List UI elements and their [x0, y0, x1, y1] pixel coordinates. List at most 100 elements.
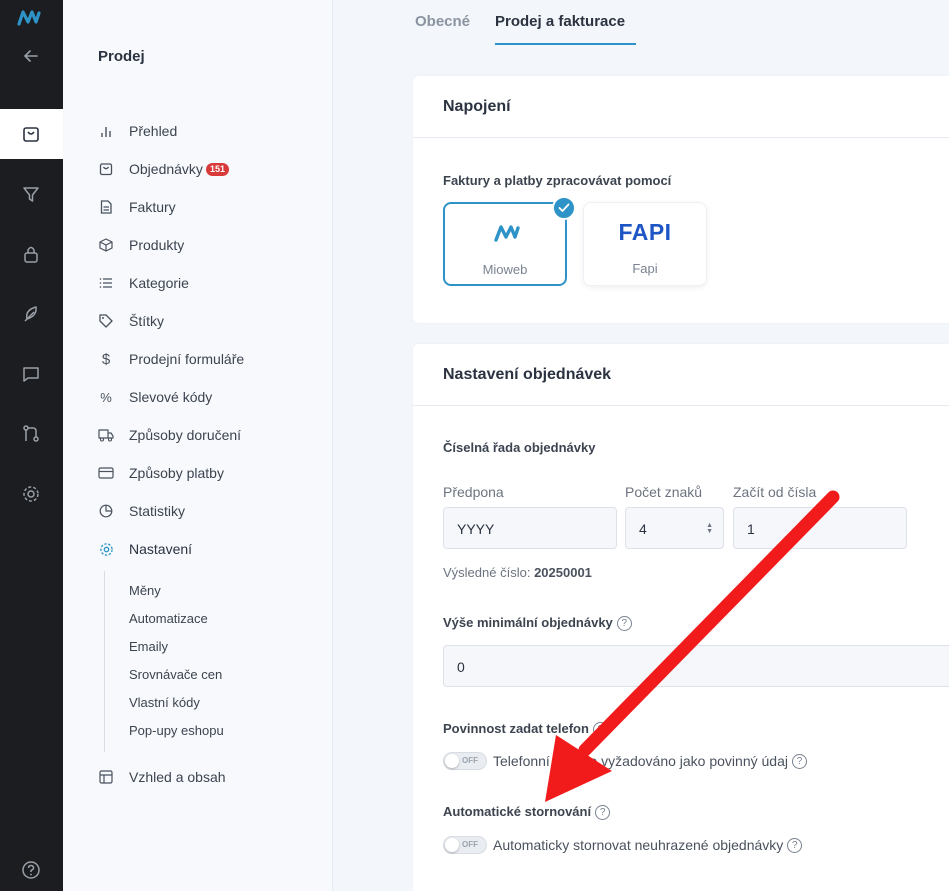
percent-icon: %	[100, 389, 112, 405]
digits-value: 4	[639, 521, 647, 537]
feather-icon[interactable]	[21, 304, 41, 329]
sidebar-item-sales-forms[interactable]: $ Prodejní formuláře	[98, 348, 244, 370]
sidebar-item-payments[interactable]: Způsoby platby	[98, 462, 224, 484]
back-arrow-icon[interactable]	[21, 47, 41, 70]
icon-rail	[0, 0, 63, 891]
min-order-input[interactable]: 0	[443, 645, 949, 687]
git-branch-icon[interactable]	[21, 424, 41, 449]
sidebar-item-label: Produkty	[129, 237, 185, 253]
sidebar-subitem-emails[interactable]: Emaily	[129, 639, 168, 654]
connection-card: Napojení Faktury a platby zpracovávat po…	[413, 76, 949, 323]
auto-cancel-toggle[interactable]: OFF	[443, 836, 487, 854]
sidebar-item-label: Kategorie	[129, 275, 189, 291]
sidebar-subitem-custom-codes[interactable]: Vlastní kódy	[129, 695, 200, 710]
tag-icon	[98, 313, 114, 329]
min-order-label-text: Výše minimální objednávky	[443, 615, 613, 630]
provider-mioweb[interactable]: Mioweb	[443, 196, 576, 286]
sidebar-subitem-popups[interactable]: Pop-upy eshopu	[129, 723, 224, 738]
prefix-input[interactable]: YYYY	[443, 507, 617, 549]
result-label: Výsledné číslo:	[443, 565, 531, 580]
sidebar-item-label: Štítky	[129, 313, 165, 329]
auto-cancel-label: Automatické stornování?	[443, 804, 611, 821]
help-icon[interactable]: ?	[791, 753, 807, 769]
connection-title: Napojení	[413, 76, 949, 138]
result-value: 20250001	[534, 565, 592, 580]
mioweb-logo-icon	[494, 224, 520, 247]
phone-required-text: Telefonní číslo je vyžadováno jako povin…	[493, 753, 788, 769]
sidebar-item-products[interactable]: Produkty	[98, 234, 184, 256]
list-icon	[98, 275, 114, 291]
sidebar-item-label: Faktury	[129, 199, 176, 215]
tab-sales-invoicing[interactable]: Prodej a fakturace	[495, 13, 625, 30]
sidebar-item-label: Přehled	[129, 123, 178, 139]
pie-chart-icon	[98, 503, 114, 519]
sidebar-item-invoices[interactable]: Faktury	[98, 196, 176, 218]
sidebar-item-label: Vzhled a obsah	[129, 769, 226, 785]
start-number-input[interactable]: 1	[733, 507, 907, 549]
sidebar-item-overview[interactable]: Přehled	[98, 120, 177, 142]
settings-subtree-line	[104, 571, 105, 752]
toggle-knob	[445, 838, 459, 852]
phone-required-label-text: Povinnost zadat telefon	[443, 721, 589, 736]
sidebar-item-shipping[interactable]: Způsoby doručení	[98, 424, 241, 446]
bag-icon	[98, 161, 114, 177]
provider-name: Mioweb	[482, 262, 528, 277]
sidebar-item-label: Způsoby doručení	[129, 427, 242, 443]
sidebar-item-categories[interactable]: Kategorie	[98, 272, 189, 294]
sidebar-item-orders[interactable]: Objednávky 151	[98, 158, 229, 180]
chat-icon[interactable]	[21, 364, 41, 389]
sidebar-item-label: Statistiky	[129, 503, 186, 519]
order-settings-title: Nastavení objednávek	[413, 344, 949, 406]
orders-count-badge: 151	[205, 162, 229, 176]
layout-icon	[98, 769, 114, 785]
rail-item-sales[interactable]	[0, 109, 63, 159]
phone-required-label: Povinnost zadat telefon?	[443, 721, 608, 738]
sidebar-subitem-currencies[interactable]: Měny	[129, 583, 161, 598]
sidebar-item-label: Způsoby platby	[129, 465, 224, 481]
sidebar-item-statistics[interactable]: Statistiky	[98, 500, 185, 522]
help-icon[interactable]	[21, 860, 41, 885]
digits-select[interactable]: 4 ▲ ▼	[625, 507, 724, 549]
help-icon[interactable]: ?	[592, 722, 608, 738]
sidebar-subitem-price-comparators[interactable]: Srovnávače cen	[129, 667, 222, 682]
digits-label: Počet znaků	[625, 484, 703, 500]
help-icon[interactable]: ?	[787, 837, 803, 853]
truck-icon	[98, 427, 114, 443]
min-order-label: Výše minimální objednávky?	[443, 615, 632, 632]
lock-icon[interactable]	[21, 244, 41, 269]
phone-required-toggle[interactable]: OFF	[443, 752, 487, 770]
sidebar-item-label: Nastavení	[129, 541, 193, 557]
provider-fapi[interactable]: FAPI Fapi	[583, 202, 707, 286]
prefix-label: Předpona	[443, 484, 504, 500]
main-content: Obecné Prodej a fakturace Napojení Faktu…	[333, 0, 949, 891]
order-series-label: Číselná řada objednávky	[443, 440, 596, 455]
gear-icon[interactable]	[21, 484, 41, 509]
phone-required-row: OFF Telefonní číslo je vyžadováno jako p…	[443, 752, 807, 770]
provider-name: Fapi	[632, 261, 658, 276]
bar-chart-icon	[98, 123, 114, 139]
gear-icon	[98, 541, 114, 557]
help-icon[interactable]: ?	[595, 805, 611, 821]
document-icon	[98, 199, 114, 215]
provider-label: Faktury a platby zpracovávat pomocí	[443, 173, 672, 188]
sidebar-item-appearance[interactable]: Vzhled a obsah	[98, 766, 226, 788]
sidebar-subitem-automation[interactable]: Automatizace	[129, 611, 208, 626]
sidebar-item-discount-codes[interactable]: % Slevové kódy	[98, 386, 212, 408]
mioweb-logo-icon[interactable]	[17, 10, 41, 31]
fapi-logo-text: FAPI	[618, 219, 672, 245]
tab-general[interactable]: Obecné	[415, 13, 470, 30]
toggle-off-label: OFF	[462, 756, 478, 765]
sidebar-title: Prodej	[98, 48, 145, 65]
sidebar-item-tags[interactable]: Štítky	[98, 310, 164, 332]
select-arrows-icon: ▲ ▼	[706, 522, 713, 535]
active-tab-indicator	[495, 43, 636, 45]
credit-card-icon	[98, 465, 114, 481]
auto-cancel-label-text: Automatické stornování	[443, 804, 592, 819]
result-number: Výsledné číslo: 20250001	[443, 565, 592, 580]
help-icon[interactable]: ?	[616, 616, 632, 632]
order-settings-card: Nastavení objednávek Číselná řada objedn…	[413, 344, 949, 891]
toggle-off-label: OFF	[462, 840, 478, 849]
sidebar-item-settings[interactable]: Nastavení	[98, 538, 192, 560]
sales-sidebar: Prodej Přehled Objednávky 151 Faktury Pr…	[63, 0, 333, 891]
funnel-icon[interactable]	[21, 184, 41, 209]
